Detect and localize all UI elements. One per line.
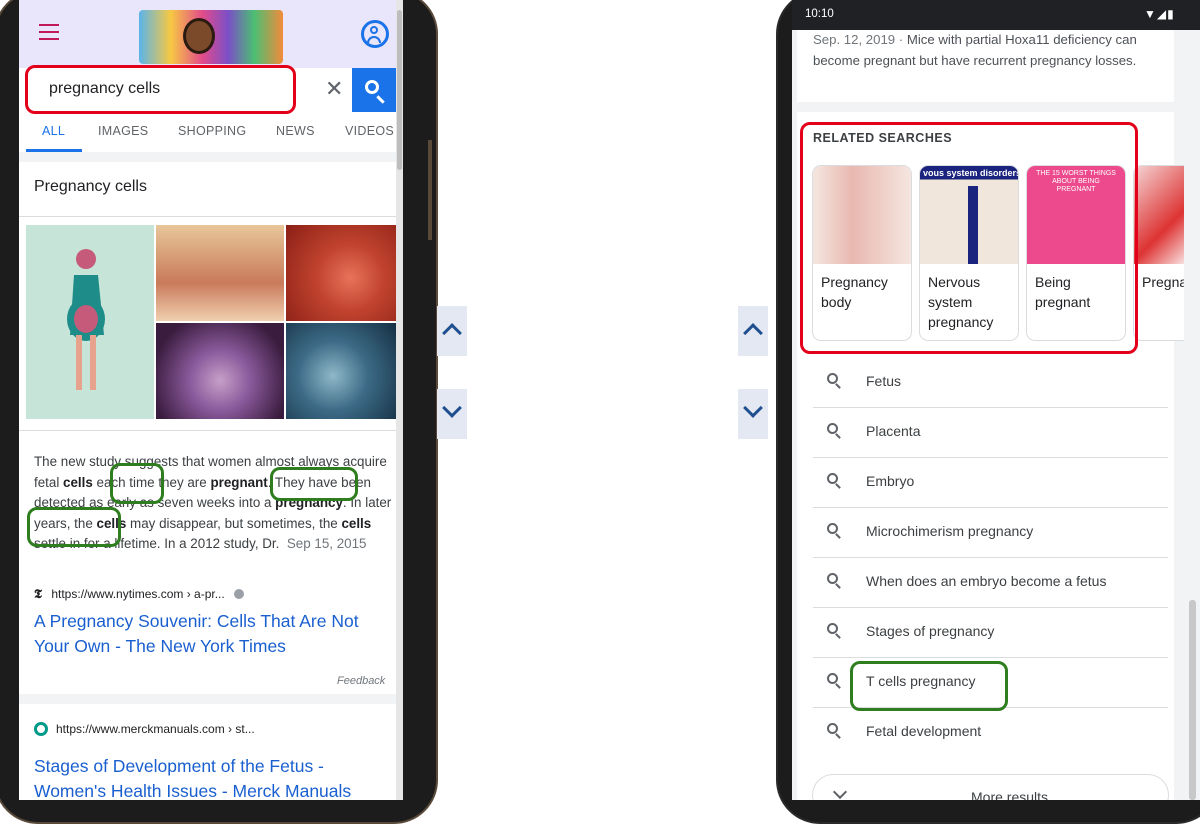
related-query-row[interactable]: Fetus xyxy=(813,357,1168,408)
tab-videos[interactable]: VIDEOS xyxy=(345,124,394,138)
image-fetus-photo[interactable] xyxy=(286,225,403,321)
divider xyxy=(19,430,396,431)
scroll-down-button-right[interactable] xyxy=(738,389,768,439)
result-url: https://www.nytimes.com › a-pr... xyxy=(51,587,225,601)
clear-icon[interactable]: ✕ xyxy=(325,76,343,102)
tab-news[interactable]: NEWS xyxy=(276,124,315,138)
section-separator xyxy=(19,152,396,162)
search-tabs: ALL IMAGES SHOPPING NEWS VIDEOS xyxy=(19,112,403,152)
related-searches-highlight-box xyxy=(800,122,1138,354)
right-phone-screen: 10:10 ▼◢▮ Sep. 12, 2019 · Mice with part… xyxy=(792,0,1200,800)
google-doodle[interactable] xyxy=(139,10,283,64)
related-query-row[interactable]: Stages of pregnancy xyxy=(813,607,1168,658)
related-query-row[interactable]: Embryo xyxy=(813,457,1168,508)
search-icon xyxy=(827,373,838,384)
divider xyxy=(19,216,396,217)
related-query-row[interactable]: When does an embryo become a fetus xyxy=(813,557,1168,608)
result-source-nyt[interactable]: 𝕿 https://www.nytimes.com › a-pr... xyxy=(34,587,245,602)
scroll-up-button-left[interactable] xyxy=(437,306,467,356)
chevron-down-icon xyxy=(832,784,848,800)
nyt-favicon-icon: 𝕿 xyxy=(34,587,42,602)
feedback-link[interactable]: Feedback xyxy=(337,675,385,687)
result-title-link[interactable]: A Pregnancy Souvenir: Cells That Are Not… xyxy=(34,609,389,659)
result-title-link[interactable]: Stages of Development of the Fetus - Wom… xyxy=(34,754,389,800)
related-query-row[interactable]: Fetal development xyxy=(813,707,1168,757)
search-icon xyxy=(827,673,838,684)
highlight-pregnancy xyxy=(27,507,121,547)
search-icon xyxy=(827,573,838,584)
status-bar: 10:10 ▼◢▮ xyxy=(792,0,1200,30)
left-phone-side-button xyxy=(428,140,432,240)
search-icon xyxy=(827,473,838,484)
image-embryo-cells[interactable] xyxy=(156,323,284,419)
knowledge-card-title: Pregnancy cells xyxy=(34,178,147,195)
snippet-date: Sep 15, 2015 xyxy=(286,536,367,551)
scroll-down-button-left[interactable] xyxy=(437,389,467,439)
google-header xyxy=(19,0,403,68)
image-pregnant-woman-illustration[interactable] xyxy=(26,225,154,419)
account-icon[interactable] xyxy=(361,20,389,48)
search-icon xyxy=(827,423,838,434)
chevron-down-icon xyxy=(442,398,462,418)
tab-images[interactable]: IMAGES xyxy=(98,124,148,138)
search-icon xyxy=(827,723,838,734)
chevron-up-icon xyxy=(442,323,462,343)
tab-all[interactable]: ALL xyxy=(42,124,65,138)
previous-result-snippet: Sep. 12, 2019 · Mice with partial Hoxa11… xyxy=(813,32,1137,68)
image-fetal-development-diagram[interactable] xyxy=(156,225,284,321)
more-results-button[interactable]: More results xyxy=(813,775,1168,800)
scrollbar[interactable] xyxy=(1184,30,1200,800)
scroll-up-button-right[interactable] xyxy=(738,306,768,356)
tab-shopping[interactable]: SHOPPING xyxy=(178,124,246,138)
result-url: https://www.merckmanuals.com › st... xyxy=(56,722,255,736)
search-icon xyxy=(827,623,838,634)
highlight-t-cells-pregnancy xyxy=(850,661,1008,711)
status-icons: ▼◢▮ xyxy=(1144,7,1175,21)
image-cell-division[interactable] xyxy=(286,323,403,419)
chevron-up-icon xyxy=(743,323,763,343)
highlight-cells xyxy=(110,463,164,504)
related-query-row[interactable]: Microchimerism pregnancy xyxy=(813,507,1168,558)
query-highlight-box xyxy=(25,65,296,114)
search-icon xyxy=(827,523,838,534)
highlight-pregnant xyxy=(270,467,358,501)
scrollbar[interactable] xyxy=(396,0,403,800)
search-icon xyxy=(365,80,379,94)
chevron-down-icon xyxy=(743,398,763,418)
left-phone-screen: pregnancy cells ✕ ALL IMAGES SHOPPING NE… xyxy=(19,0,403,800)
result-source-merck[interactable]: https://www.merckmanuals.com › st... xyxy=(34,722,255,736)
related-query-row[interactable]: Placenta xyxy=(813,407,1168,458)
section-separator xyxy=(19,694,396,704)
menu-icon[interactable] xyxy=(39,24,59,45)
merck-favicon-icon xyxy=(34,722,48,736)
info-icon[interactable] xyxy=(234,589,245,599)
status-time: 10:10 xyxy=(805,8,834,20)
